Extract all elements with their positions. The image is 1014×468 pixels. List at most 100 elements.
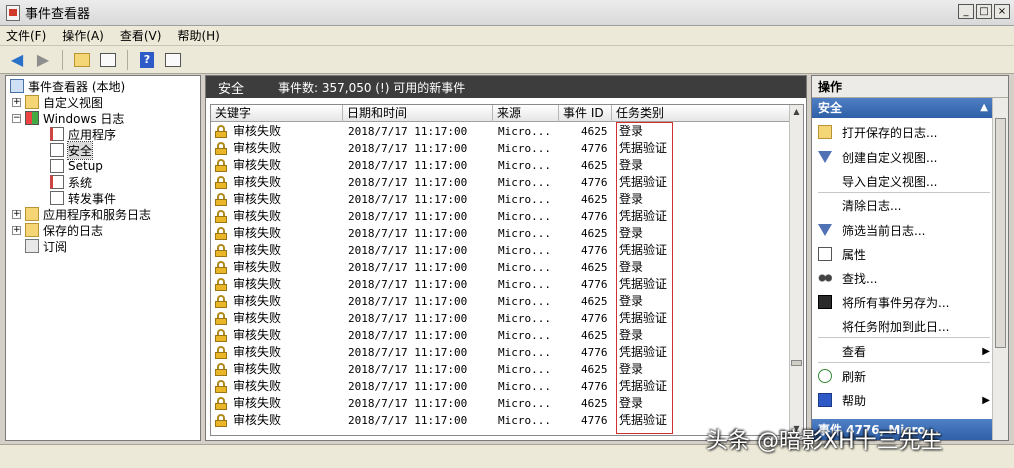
- tree-forwarded[interactable]: 转发事件: [50, 190, 116, 206]
- expand-icon[interactable]: +: [12, 97, 21, 107]
- cell-id: 4776: [581, 312, 608, 325]
- tree-custom-views[interactable]: + 自定义视图: [12, 94, 103, 110]
- menu-view[interactable]: 查看(V): [120, 27, 162, 44]
- cell-source: Micro...: [498, 193, 551, 206]
- table-row[interactable]: 审核失败 2018/7/17 11:17:00 Micro... 4625 登录: [211, 157, 791, 174]
- col-source[interactable]: 来源: [493, 105, 559, 122]
- cell-keyword: 审核失败: [233, 379, 282, 393]
- table-row[interactable]: 审核失败 2018/7/17 11:17:00 Micro... 4625 登录: [211, 395, 791, 412]
- action-save-all-events[interactable]: 将所有事件另存为...: [818, 292, 990, 312]
- table-row[interactable]: 审核失败 2018/7/17 11:17:00 Micro... 4625 登录: [211, 259, 791, 276]
- tree-root[interactable]: 事件查看器 (本地): [10, 78, 125, 94]
- action-open-saved-log[interactable]: 打开保存的日志...: [818, 122, 990, 142]
- cell-keyword: 审核失败: [233, 260, 282, 274]
- cell-source: Micro...: [498, 414, 551, 427]
- lock-icon: [215, 261, 227, 274]
- collapse-icon[interactable]: −: [12, 113, 21, 123]
- action-attach-task[interactable]: 将任务附加到此日...: [818, 316, 990, 336]
- table-row[interactable]: 审核失败 2018/7/17 11:17:00 Micro... 4625 登录: [211, 327, 791, 344]
- cell-id: 4625: [581, 397, 608, 410]
- col-task-category[interactable]: 任务类别: [612, 105, 791, 122]
- help-icon[interactable]: ?: [136, 49, 158, 71]
- action-find[interactable]: 查找...: [818, 268, 990, 288]
- table-row[interactable]: 审核失败 2018/7/17 11:17:00 Micro... 4776 凭据验证: [211, 208, 791, 225]
- action-create-custom-view[interactable]: 创建自定义视图...: [818, 147, 990, 167]
- table-row[interactable]: 审核失败 2018/7/17 11:17:00 Micro... 4776 凭据验证: [211, 140, 791, 157]
- show-hide-tree-icon[interactable]: [97, 49, 119, 71]
- toolbar: ◀ ▶ ?: [0, 46, 1014, 74]
- table-row[interactable]: 审核失败 2018/7/17 11:17:00 Micro... 4625 登录: [211, 293, 791, 310]
- menu-action[interactable]: 操作(A): [62, 27, 104, 44]
- table-scrollbar[interactable]: ▲ ▼: [789, 105, 803, 435]
- cell-datetime: 2018/7/17 11:17:00: [348, 261, 468, 274]
- cell-id: 4776: [581, 244, 608, 257]
- table-row[interactable]: 审核失败 2018/7/17 11:17:00 Micro... 4776 凭据验证: [211, 412, 791, 429]
- action-properties[interactable]: 属性: [818, 244, 990, 264]
- divider: [818, 362, 990, 363]
- table-row[interactable]: 审核失败 2018/7/17 11:17:00 Micro... 4625 登录: [211, 123, 791, 140]
- action-view[interactable]: 查看 ▶: [818, 341, 990, 361]
- cell-datetime: 2018/7/17 11:17:00: [348, 227, 468, 240]
- cell-category: 凭据验证: [619, 175, 668, 189]
- cell-id: 4625: [581, 261, 608, 274]
- collapse-caret-icon[interactable]: ▲: [980, 98, 988, 118]
- log-icon: [50, 191, 64, 205]
- actions-scrollbar[interactable]: [992, 98, 1008, 440]
- cell-datetime: 2018/7/17 11:17:00: [348, 176, 468, 189]
- table-row[interactable]: 审核失败 2018/7/17 11:17:00 Micro... 4776 凭据验证: [211, 344, 791, 361]
- cell-datetime: 2018/7/17 11:17:00: [348, 193, 468, 206]
- minimize-button[interactable]: _: [958, 4, 974, 19]
- cell-id: 4625: [581, 329, 608, 342]
- action-refresh[interactable]: 刷新: [818, 366, 990, 386]
- action-filter-current-log[interactable]: 筛选当前日志...: [818, 220, 990, 240]
- tree-app-service-logs[interactable]: + 应用程序和服务日志: [12, 206, 151, 222]
- tree-security[interactable]: 安全: [50, 140, 94, 160]
- cell-source: Micro...: [498, 176, 551, 189]
- action-clear-log[interactable]: 清除日志...: [818, 195, 990, 215]
- menu-bar: 文件(F) 操作(A) 查看(V) 帮助(H): [0, 26, 1014, 46]
- table-row[interactable]: 审核失败 2018/7/17 11:17:00 Micro... 4776 凭据验证: [211, 276, 791, 293]
- table-row[interactable]: 审核失败 2018/7/17 11:17:00 Micro... 4776 凭据验证: [211, 310, 791, 327]
- menu-help[interactable]: 帮助(H): [177, 27, 219, 44]
- tree-windows-logs[interactable]: − Windows 日志: [12, 110, 124, 126]
- show-action-pane-icon[interactable]: [162, 49, 184, 71]
- close-button[interactable]: ×: [994, 4, 1010, 19]
- col-keyword[interactable]: 关键字: [211, 105, 343, 122]
- action-help[interactable]: 帮助 ▶: [818, 390, 990, 410]
- action-import-custom-view[interactable]: 导入自定义视图...: [818, 171, 990, 191]
- forward-icon[interactable]: ▶: [32, 49, 54, 71]
- folder-icon: [25, 207, 39, 221]
- expand-icon[interactable]: +: [12, 209, 21, 219]
- scroll-up-icon[interactable]: ▲: [790, 105, 803, 118]
- col-datetime[interactable]: 日期和时间: [343, 105, 493, 122]
- tree-application[interactable]: 应用程序: [50, 126, 116, 142]
- divider: [818, 192, 990, 193]
- tree-setup[interactable]: Setup: [50, 158, 103, 174]
- cell-category: 登录: [619, 124, 644, 138]
- cell-source: Micro...: [498, 125, 551, 138]
- expand-icon[interactable]: +: [12, 225, 21, 235]
- scroll-thumb[interactable]: [791, 360, 802, 366]
- menu-file[interactable]: 文件(F): [6, 27, 46, 44]
- actions-section-security[interactable]: 安全 ▲: [812, 98, 992, 118]
- table-row[interactable]: 审核失败 2018/7/17 11:17:00 Micro... 4776 凭据验证: [211, 242, 791, 259]
- table-row[interactable]: 审核失败 2018/7/17 11:17:00 Micro... 4625 登录: [211, 361, 791, 378]
- tree-system[interactable]: 系统: [50, 174, 92, 190]
- up-folder-icon[interactable]: [71, 49, 93, 71]
- maximize-button[interactable]: □: [976, 4, 992, 19]
- table-row[interactable]: 审核失败 2018/7/17 11:17:00 Micro... 4776 凭据验证: [211, 378, 791, 395]
- toolbar-separator: [127, 49, 128, 70]
- table-row[interactable]: 审核失败 2018/7/17 11:17:00 Micro... 4625 登录: [211, 225, 791, 242]
- cell-category: 登录: [619, 226, 644, 240]
- lock-icon: [215, 380, 227, 393]
- cell-datetime: 2018/7/17 11:17:00: [348, 346, 468, 359]
- table-row[interactable]: 审核失败 2018/7/17 11:17:00 Micro... 4776 凭据验证: [211, 174, 791, 191]
- back-icon[interactable]: ◀: [6, 49, 28, 71]
- event-viewer-icon: [6, 4, 20, 21]
- tree-saved-logs[interactable]: + 保存的日志: [12, 222, 103, 238]
- col-event-id[interactable]: 事件 ID: [559, 105, 612, 122]
- table-row[interactable]: 审核失败 2018/7/17 11:17:00 Micro... 4625 登录: [211, 191, 791, 208]
- cell-category: 登录: [619, 158, 644, 172]
- scroll-thumb[interactable]: [995, 118, 1006, 348]
- tree-subscriptions[interactable]: 订阅: [25, 238, 67, 254]
